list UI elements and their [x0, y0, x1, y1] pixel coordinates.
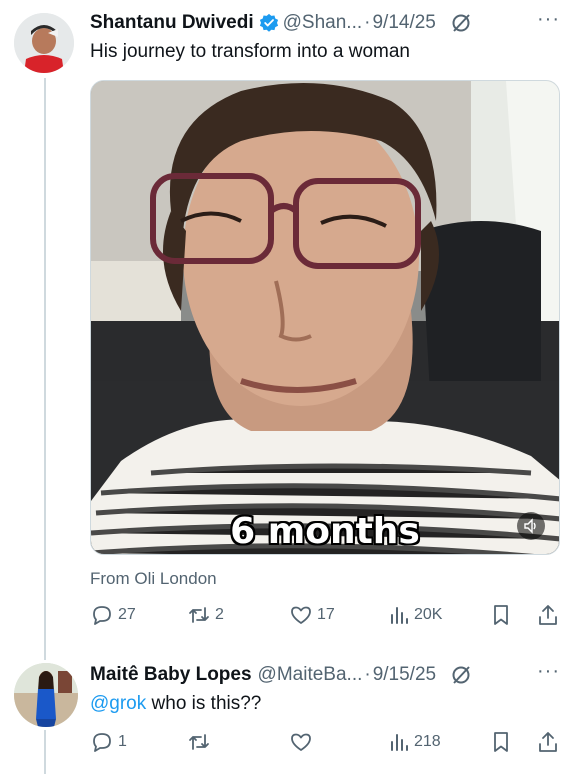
video-media[interactable]: 6 months: [90, 80, 560, 555]
display-name[interactable]: Shantanu Dwivedi: [90, 12, 254, 34]
like-count: 17: [317, 606, 335, 623]
timestamp[interactable]: 9/14/25: [372, 12, 435, 34]
like-button[interactable]: 17: [289, 603, 335, 627]
grok-icon[interactable]: [450, 12, 472, 34]
reply-button[interactable]: 27: [90, 603, 136, 627]
reply-text: who is this??: [146, 693, 262, 714]
action-bar: 27 2 17 20K: [90, 603, 560, 627]
like-icon: [291, 733, 311, 751]
share-button[interactable]: [537, 730, 559, 754]
verified-badge-icon: [259, 13, 279, 33]
bookmark-icon: [494, 732, 508, 752]
share-icon: [539, 605, 557, 625]
tweet-header: Maitê Baby Lopes @MaiteBa... · 9/15/25: [90, 662, 472, 688]
thread-line: [44, 730, 46, 774]
action-bar: 1 218: [90, 730, 560, 754]
timestamp[interactable]: 9/15/25: [373, 664, 436, 686]
views-count: 218: [414, 733, 441, 750]
views-icon: [391, 734, 408, 751]
repost-count: 2: [215, 606, 224, 623]
display-name[interactable]: Maitê Baby Lopes: [90, 664, 252, 686]
views-count: 20K: [414, 606, 443, 623]
share-button[interactable]: [537, 603, 559, 627]
source-attribution[interactable]: From Oli London: [90, 569, 217, 589]
tweet-text: @grok who is this??: [90, 693, 261, 715]
more-icon[interactable]: ···: [537, 8, 560, 31]
repost-button[interactable]: [187, 730, 215, 754]
separator-dot: ·: [364, 12, 371, 33]
video-caption: 6 months: [230, 511, 420, 552]
handle[interactable]: @Shan...: [283, 12, 363, 34]
tweet-header: Shantanu Dwivedi @Shan... · 9/14/25: [90, 10, 472, 36]
repost-button[interactable]: 2: [187, 603, 224, 627]
avatar-maite[interactable]: [14, 663, 78, 727]
sound-icon[interactable]: [517, 512, 545, 540]
like-button[interactable]: [289, 730, 317, 754]
grok-icon[interactable]: [450, 664, 472, 686]
bookmark-icon: [494, 605, 508, 625]
bookmark-button[interactable]: [490, 730, 512, 754]
handle[interactable]: @MaiteBa...: [258, 664, 363, 686]
views-icon: [391, 607, 408, 624]
reply-button[interactable]: 1: [90, 730, 127, 754]
reply-count: 1: [118, 733, 127, 750]
reply-icon: [93, 733, 111, 752]
views-button[interactable]: 218: [388, 730, 441, 754]
mention-link[interactable]: @grok: [90, 693, 146, 714]
reply-icon: [93, 606, 111, 625]
repost-icon: [189, 734, 209, 750]
bookmark-button[interactable]: [490, 603, 512, 627]
tweet-text: His journey to transform into a woman: [90, 41, 410, 62]
more-icon[interactable]: ···: [537, 660, 560, 683]
thread-line: [44, 78, 46, 660]
repost-icon: [189, 607, 209, 623]
like-icon: [291, 606, 311, 624]
share-icon: [539, 732, 557, 752]
reply-count: 27: [118, 606, 136, 623]
views-button[interactable]: 20K: [388, 603, 442, 627]
separator-dot: ·: [364, 664, 371, 685]
avatar-shantanu[interactable]: [14, 13, 74, 73]
